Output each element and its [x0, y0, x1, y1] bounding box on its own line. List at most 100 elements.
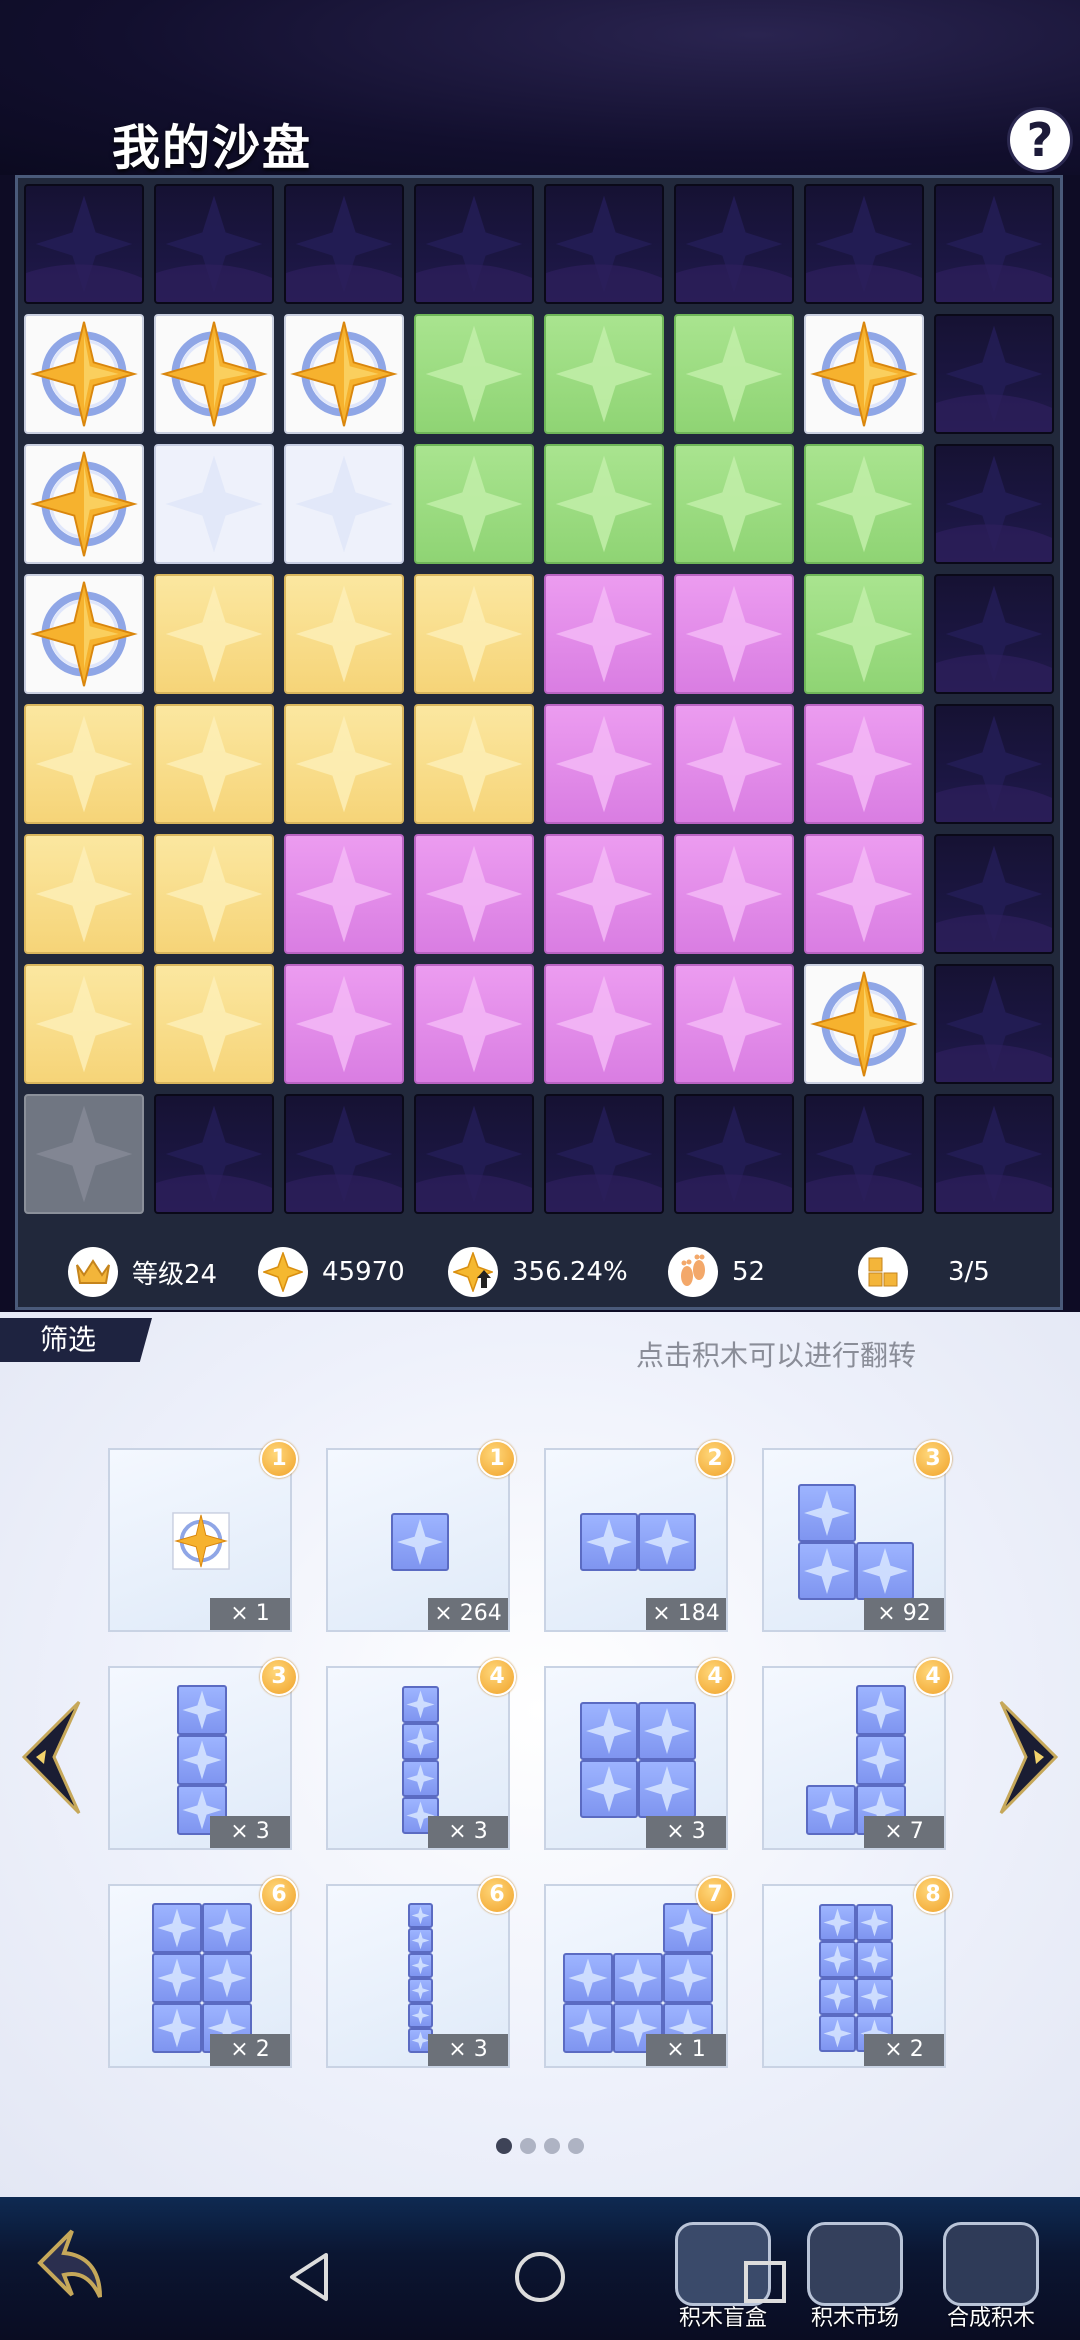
next-page-arrow-icon[interactable] — [996, 1700, 1066, 1815]
board-tile-empty[interactable] — [414, 1094, 534, 1214]
board-tile-green[interactable] — [804, 574, 924, 694]
board-tile-gray[interactable] — [24, 1094, 144, 1214]
board-tile-green[interactable] — [544, 314, 664, 434]
board-tile-pink[interactable] — [414, 964, 534, 1084]
system-recents-icon[interactable] — [740, 2257, 790, 2307]
board-tile-gold[interactable] — [284, 314, 404, 434]
help-button[interactable]: ? — [1010, 110, 1070, 170]
board-tile-empty[interactable] — [934, 444, 1054, 564]
page-dot[interactable] — [520, 2138, 536, 2154]
board-tile-yellow[interactable] — [284, 704, 404, 824]
block-card[interactable]: 6 × 3 — [326, 1876, 516, 2068]
block-card[interactable]: 4 × 3 — [326, 1658, 516, 1850]
board-tile-pink[interactable] — [804, 704, 924, 824]
board-tile-gold[interactable] — [24, 444, 144, 564]
board-tile-pink[interactable] — [284, 964, 404, 1084]
block-card[interactable]: 3 × 3 — [108, 1658, 298, 1850]
board-tile-yellow[interactable] — [284, 574, 404, 694]
board-tile-yellow[interactable] — [414, 574, 534, 694]
filter-button[interactable]: 筛选 — [0, 1318, 152, 1362]
board-tile-white[interactable] — [154, 444, 274, 564]
block-card[interactable]: 2 × 184 — [544, 1440, 734, 1632]
compose-button[interactable]: 合成积木 — [936, 2222, 1046, 2332]
board-tile-empty[interactable] — [934, 1094, 1054, 1214]
board-tile-empty[interactable] — [544, 1094, 664, 1214]
block-card[interactable]: 8 × 2 — [762, 1876, 952, 2068]
board-tile-empty[interactable] — [934, 184, 1054, 304]
board-tile-white[interactable] — [284, 444, 404, 564]
board-tile-gold[interactable] — [804, 314, 924, 434]
board-tile-empty[interactable] — [934, 314, 1054, 434]
cart-icon — [807, 2222, 903, 2306]
board-tile-green[interactable] — [414, 314, 534, 434]
bonus-value: 356.24% — [512, 1257, 628, 1287]
board-tile-pink[interactable] — [284, 834, 404, 954]
board-tile-empty[interactable] — [544, 184, 664, 304]
board-tile-empty[interactable] — [934, 834, 1054, 954]
board-tile-gold[interactable] — [154, 314, 274, 434]
board-tile-yellow[interactable] — [154, 834, 274, 954]
block-card[interactable]: 6 × 2 — [108, 1876, 298, 2068]
block-unit — [401, 1723, 439, 1760]
board-tile-yellow[interactable] — [154, 704, 274, 824]
board-tile-yellow[interactable] — [24, 964, 144, 1084]
board-tile-pink[interactable] — [804, 834, 924, 954]
board-tile-gold[interactable] — [24, 314, 144, 434]
board-tile-pink[interactable] — [544, 964, 664, 1084]
block-card[interactable]: 3 × 92 — [762, 1440, 952, 1632]
block-card[interactable]: 4 × 3 — [544, 1658, 734, 1850]
board-tile-empty[interactable] — [674, 1094, 794, 1214]
board-tile-pink[interactable] — [414, 834, 534, 954]
board-tile-pink[interactable] — [544, 574, 664, 694]
block-card[interactable]: 1 × 1 — [108, 1440, 298, 1632]
block-unit — [819, 1978, 856, 2015]
board-tile-green[interactable] — [414, 444, 534, 564]
board-tile-pink[interactable] — [674, 834, 794, 954]
board-tile-gold[interactable] — [24, 574, 144, 694]
back-arrow-icon[interactable] — [30, 2225, 114, 2309]
board-tile-empty[interactable] — [674, 184, 794, 304]
cost-badge: 6 — [478, 1876, 516, 1914]
block-card[interactable]: 7 × 1 — [544, 1876, 734, 2068]
board-tile-yellow[interactable] — [414, 704, 534, 824]
steps-stat: 52 — [668, 1247, 765, 1297]
board-tile-empty[interactable] — [934, 964, 1054, 1084]
board-tile-green[interactable] — [804, 444, 924, 564]
quantity-label: × 264 — [428, 1598, 508, 1630]
board-tile-yellow[interactable] — [24, 834, 144, 954]
page-dot[interactable] — [568, 2138, 584, 2154]
prev-page-arrow-icon[interactable] — [14, 1700, 84, 1815]
market-button[interactable]: 积木市场 — [800, 2222, 910, 2332]
block-card[interactable]: 4 × 7 — [762, 1658, 952, 1850]
board-tile-yellow[interactable] — [154, 964, 274, 1084]
system-home-icon[interactable] — [510, 2247, 570, 2307]
board-tile-yellow[interactable] — [154, 574, 274, 694]
block-card[interactable]: 1 × 264 — [326, 1440, 516, 1632]
board-tile-pink[interactable] — [544, 834, 664, 954]
gold-tile-icon — [172, 1512, 230, 1570]
board-tile-gold[interactable] — [804, 964, 924, 1084]
board-tile-empty[interactable] — [934, 574, 1054, 694]
system-back-icon[interactable] — [280, 2247, 340, 2307]
board-tile-pink[interactable] — [674, 704, 794, 824]
board-tile-empty[interactable] — [414, 184, 534, 304]
board-tile-green[interactable] — [674, 314, 794, 434]
board-tile-pink[interactable] — [544, 704, 664, 824]
page-dot[interactable] — [544, 2138, 560, 2154]
board-tile-empty[interactable] — [284, 184, 404, 304]
board-tile-empty[interactable] — [154, 184, 274, 304]
board-tile-empty[interactable] — [804, 1094, 924, 1214]
board-tile-yellow[interactable] — [24, 704, 144, 824]
block-unit — [407, 1903, 433, 1928]
board-tile-empty[interactable] — [804, 184, 924, 304]
board-tile-empty[interactable] — [934, 704, 1054, 824]
board-tile-empty[interactable] — [284, 1094, 404, 1214]
board-tile-green[interactable] — [544, 444, 664, 564]
board-tile-green[interactable] — [674, 444, 794, 564]
page-dot[interactable] — [496, 2138, 512, 2154]
board-tile-pink[interactable] — [674, 574, 794, 694]
board-tile-empty[interactable] — [154, 1094, 274, 1214]
board-tile-empty[interactable] — [24, 184, 144, 304]
board-tile-pink[interactable] — [674, 964, 794, 1084]
stars-value: 45970 — [322, 1257, 405, 1287]
